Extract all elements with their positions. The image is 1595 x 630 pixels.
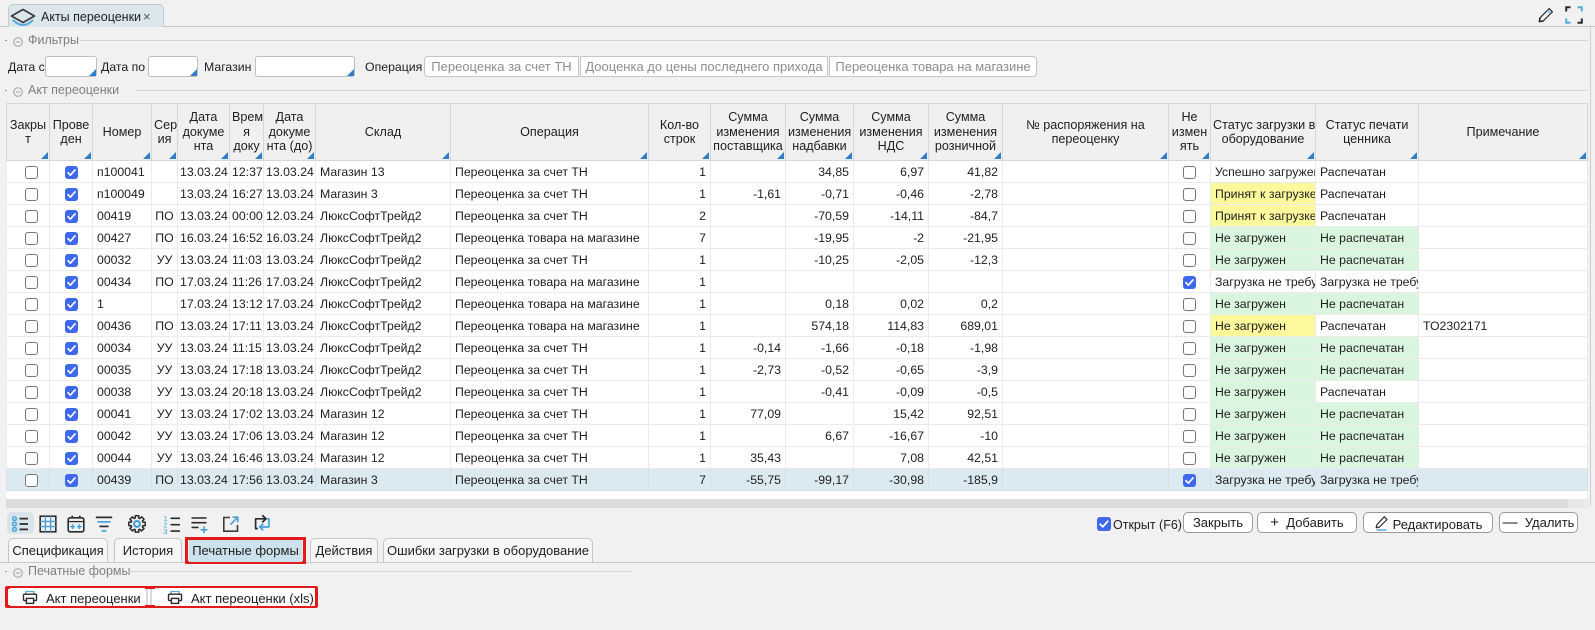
svg-text:3: 3 — [163, 527, 167, 534]
